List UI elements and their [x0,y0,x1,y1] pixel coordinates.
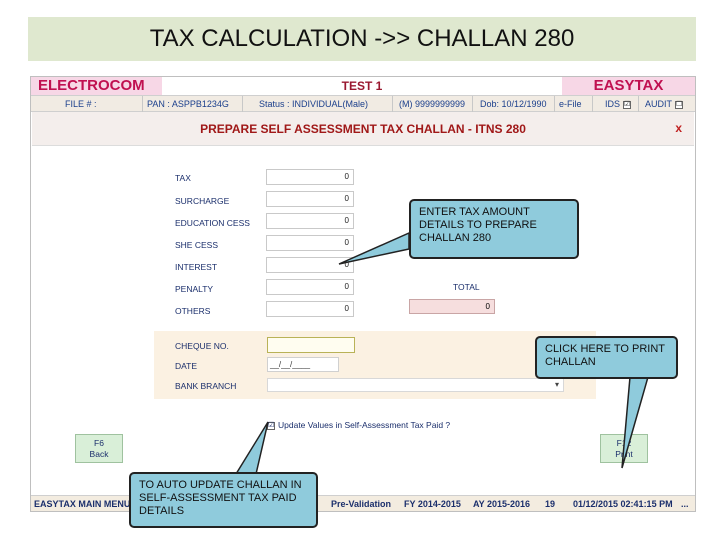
amount-callout-arrow [338,231,410,265]
callout-arrows [234,231,649,475]
amount-callout: ENTER TAX AMOUNT DETAILS TO PREPARE CHAL… [409,199,579,259]
update-callout: TO AUTO UPDATE CHALLAN IN SELF-ASSESSMEN… [129,472,318,528]
update-callout-arrow [234,421,269,475]
print-callout: CLICK HERE TO PRINT CHALLAN [535,336,678,379]
print-callout-arrow [621,376,649,469]
